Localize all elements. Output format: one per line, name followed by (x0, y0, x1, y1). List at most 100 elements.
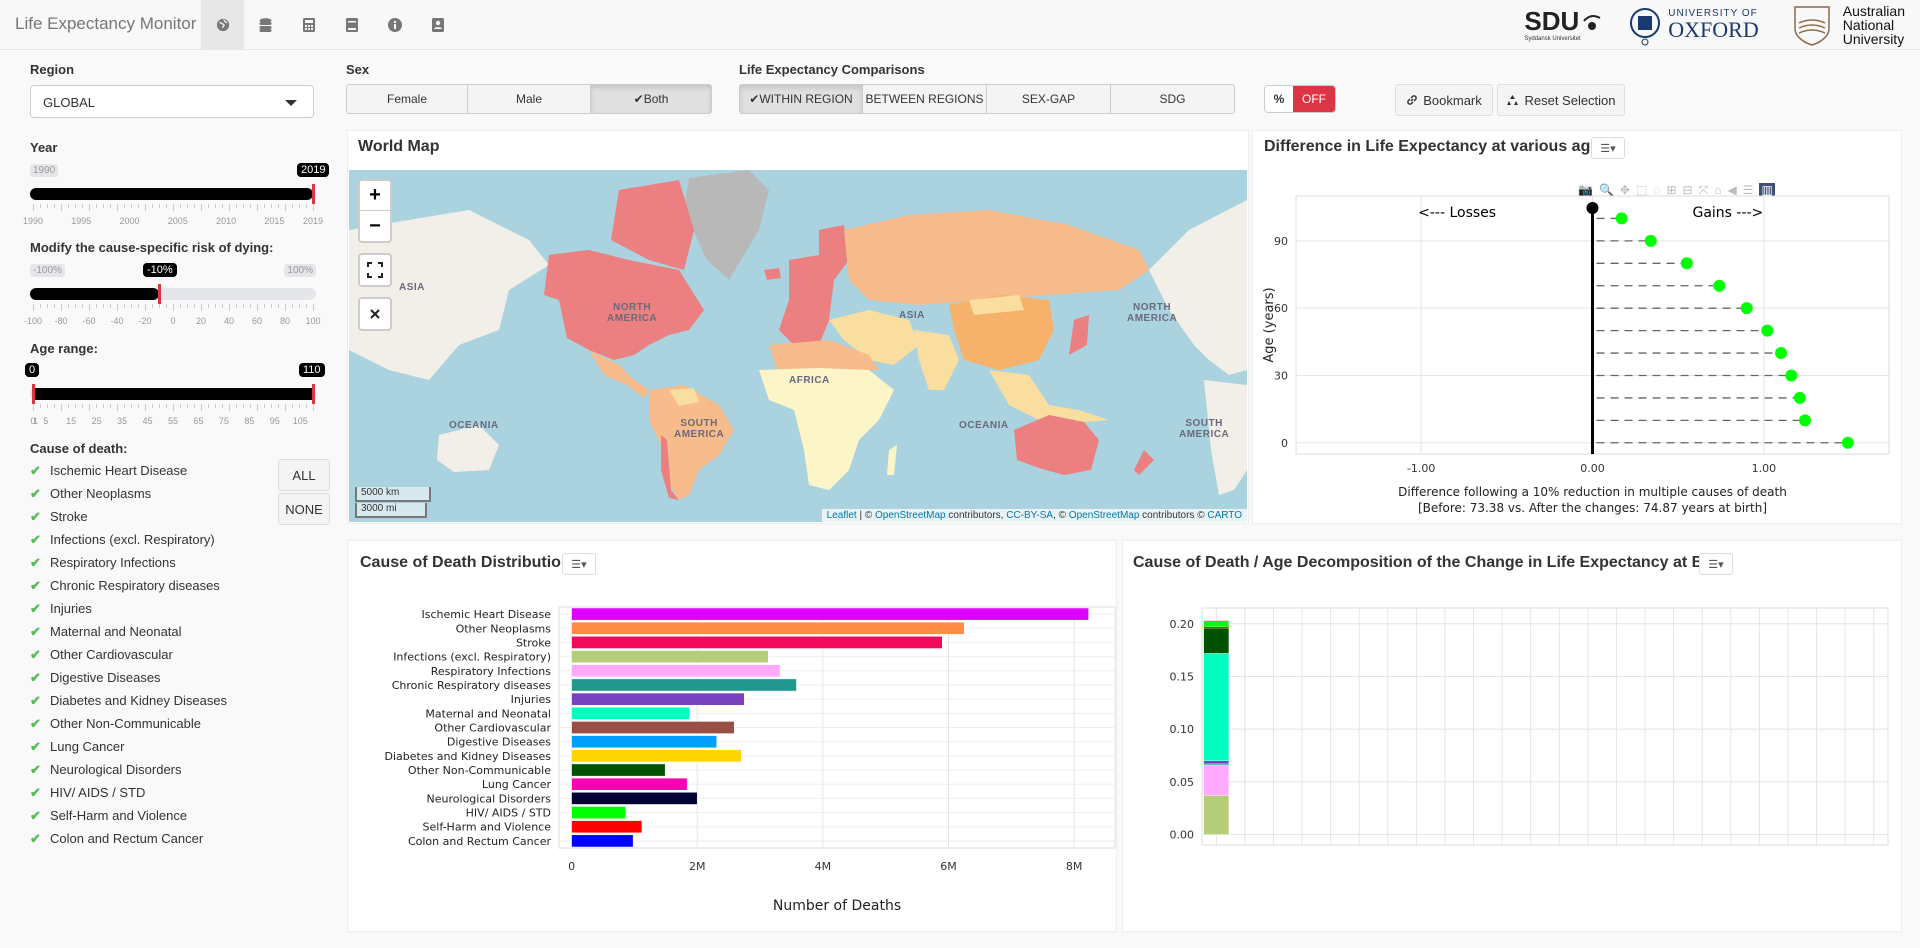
difference-point[interactable] (1615, 212, 1628, 225)
comparison-within-region-button[interactable]: ✔ WITHIN REGION (739, 84, 863, 114)
nav-tab-map[interactable] (201, 0, 244, 50)
select-all-causes-button[interactable]: ALL (278, 459, 330, 491)
le-difference-chart[interactable]: -1.00 0.00 1.000306090<--- Losses Gains ---… (1252, 180, 1902, 520)
cause-checkbox-item[interactable]: ✔ Respiratory Infections (30, 551, 227, 574)
age-range-slider[interactable]: 0 110 0 1 5 15 25 35 45 55 65 75 85 95 105 (25, 363, 325, 426)
nav-tab-info[interactable] (373, 0, 416, 50)
stacked-bar-segment[interactable] (1203, 653, 1230, 761)
fullscreen-button[interactable] (360, 255, 390, 285)
nav-tab-contact[interactable] (416, 0, 459, 50)
cause-distribution-chart[interactable]: 0 2M 4M 6M 8M Ischemic Heart DiseaseOther Neo… (347, 590, 1117, 920)
difference-point[interactable] (1841, 436, 1854, 449)
bar[interactable] (571, 621, 965, 635)
sex-both-button[interactable]: ✔ Both (590, 84, 712, 114)
cause-checkbox-item[interactable]: ✔ Neurological Disorders (30, 758, 227, 781)
map-zoom-out-button[interactable]: − (360, 211, 390, 241)
comparison-sdg-button[interactable]: SDG (1110, 84, 1235, 114)
comparison-between-regions-button[interactable]: BETWEEN REGIONS (862, 84, 987, 114)
reset-selection-button[interactable]: Reset Selection (1497, 84, 1625, 116)
bar[interactable] (571, 706, 690, 720)
stacked-bar-segment[interactable] (1203, 621, 1230, 628)
bar[interactable] (571, 820, 643, 834)
cause-checkbox-item[interactable]: ✔ Infections (excl. Respiratory) (30, 528, 227, 551)
stacked-bar-segment[interactable] (1203, 627, 1230, 654)
bar[interactable] (571, 792, 698, 805)
difference-point[interactable] (1713, 279, 1726, 292)
nav-tab-calculator[interactable] (287, 0, 330, 50)
bookmark-button[interactable]: Bookmark (1395, 84, 1493, 116)
difference-point[interactable] (1644, 234, 1657, 247)
sex-female-button[interactable]: Female (346, 84, 468, 114)
bar[interactable] (571, 806, 626, 819)
percent-toggle[interactable]: % OFF (1264, 85, 1336, 113)
select-no-causes-button[interactable]: NONE (278, 493, 330, 525)
carto-link[interactable]: CARTO (1207, 510, 1242, 521)
cause-checkbox-item[interactable]: ✔ Maternal and Neonatal (30, 620, 227, 643)
cause-distribution-options-button[interactable]: ☰▾ (562, 553, 596, 575)
stacked-bar-segment[interactable] (1203, 763, 1230, 766)
nav-tab-book[interactable] (330, 0, 373, 50)
cc-by-sa-link[interactable]: CC-BY-SA (1006, 510, 1053, 521)
age-slider-to-handle[interactable] (312, 384, 315, 404)
bar[interactable] (571, 636, 943, 649)
year-slider-handle[interactable] (312, 184, 315, 204)
year-slider[interactable]: 1990 2019 1990 1995 2000 2005 2010 2015 2019 (23, 163, 330, 226)
difference-point[interactable] (1761, 324, 1774, 337)
bar[interactable] (571, 834, 634, 848)
cause-checkbox-item[interactable]: ✔ Diabetes and Kidney Diseases (30, 689, 227, 712)
bar[interactable] (571, 692, 745, 706)
cause-label: Self-Harm and Violence (50, 808, 188, 823)
difference-point[interactable] (1680, 257, 1693, 270)
leaflet-link[interactable]: Leaflet (827, 510, 857, 521)
stacked-bar-segment[interactable] (1203, 760, 1230, 765)
risk-slider-handle[interactable] (158, 284, 161, 304)
slider-tick-label: -40 (110, 316, 124, 326)
cause-checkbox-item[interactable]: ✔ Injuries (30, 597, 227, 620)
cause-checkbox-item[interactable]: ✔ Digestive Diseases (30, 666, 227, 689)
map-zoom-in-button[interactable]: + (360, 181, 390, 211)
age-decomposition-chart[interactable]: 0.00 0.05 0.10 0.15 0.20 (1122, 590, 1902, 920)
cause-checkbox-item[interactable]: ✔ Other Cardiovascular (30, 643, 227, 666)
bar[interactable] (571, 721, 735, 734)
bar[interactable] (571, 664, 781, 678)
cause-checkbox-item[interactable]: ✔ Ischemic Heart Disease (30, 459, 227, 482)
reset-view-button[interactable] (360, 299, 390, 329)
map-canvas[interactable] (349, 170, 1247, 522)
sex-male-button[interactable]: Male (467, 84, 591, 114)
app-title[interactable]: Life Expectancy Monitor (15, 14, 196, 34)
region-select[interactable]: GLOBAL (30, 85, 314, 118)
bar[interactable] (571, 763, 666, 777)
difference-point[interactable] (1740, 302, 1753, 315)
cause-checkbox-item[interactable]: ✔ Self-Harm and Violence (30, 804, 227, 827)
difference-point[interactable] (1775, 347, 1788, 360)
cause-checkbox-item[interactable]: ✔ Chronic Respiratory diseases (30, 574, 227, 597)
cause-checkbox-item[interactable]: ✔ Stroke (30, 505, 227, 528)
nav-tab-data[interactable] (244, 0, 287, 50)
stacked-bar-segment[interactable] (1203, 626, 1230, 629)
stacked-bar-segment[interactable] (1203, 764, 1230, 796)
cause-checkbox-item[interactable]: ✔ Other Neoplasms (30, 482, 227, 505)
bar[interactable] (571, 777, 688, 791)
osm-link-2[interactable]: OpenStreetMap (1069, 510, 1140, 521)
bar[interactable] (571, 607, 1089, 621)
cause-checkbox-item[interactable]: ✔ Colon and Rectum Cancer (30, 827, 227, 850)
osm-link[interactable]: OpenStreetMap (875, 510, 946, 521)
age-decomposition-options-button[interactable]: ☰▾ (1699, 553, 1733, 575)
difference-point[interactable] (1785, 369, 1798, 382)
bar[interactable] (571, 749, 742, 763)
bar[interactable] (571, 650, 769, 663)
cause-checkbox-item[interactable]: ✔ Other Non-Communicable (30, 712, 227, 735)
comparison-sex-gap-button[interactable]: SEX-GAP (986, 84, 1111, 114)
le-difference-options-button[interactable]: ☰▾ (1591, 137, 1625, 159)
risk-slider[interactable]: -100% 100% -10% -100 -80 -60 -40 -20 0 20 40 60 8… (24, 263, 321, 326)
cause-checkbox-item[interactable]: ✔ HIV/ AIDS / STD (30, 781, 227, 804)
difference-point[interactable] (1793, 391, 1806, 404)
world-map[interactable]: ASIA NORTH AMERICA SOUTH AMERICA OCEANIA… (349, 170, 1247, 522)
bar[interactable] (571, 735, 717, 749)
bar[interactable] (571, 678, 797, 692)
stacked-bar-segment[interactable] (1203, 620, 1230, 622)
age-slider-from-handle[interactable] (32, 384, 35, 404)
cause-checkbox-item[interactable]: ✔ Lung Cancer (30, 735, 227, 758)
stacked-bar-segment[interactable] (1203, 795, 1230, 835)
difference-point[interactable] (1799, 414, 1812, 427)
